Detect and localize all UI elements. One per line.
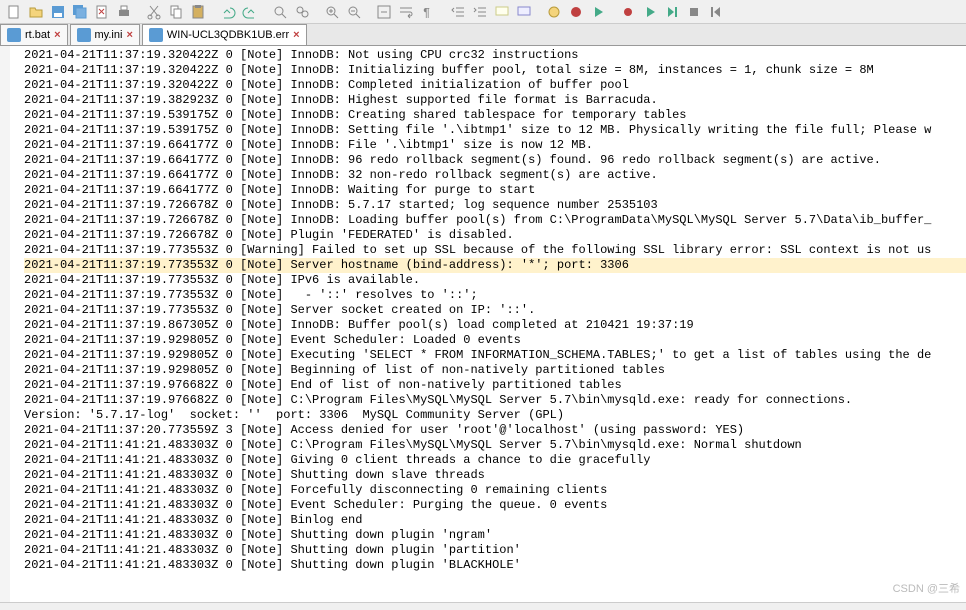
log-line: 2021-04-21T11:37:19.664177Z 0 [Note] Inn… bbox=[24, 153, 966, 168]
step-icon[interactable] bbox=[662, 2, 682, 22]
copy-icon[interactable] bbox=[166, 2, 186, 22]
log-line: 2021-04-21T11:37:19.773553Z 0 [Note] Ser… bbox=[24, 258, 966, 273]
editor-content[interactable]: 2021-04-21T11:37:19.320422Z 0 [Note] Inn… bbox=[0, 46, 966, 602]
log-line: 2021-04-21T11:37:19.929805Z 0 [Note] Beg… bbox=[24, 363, 966, 378]
indent-icon[interactable] bbox=[470, 2, 490, 22]
stop-icon[interactable] bbox=[684, 2, 704, 22]
start-rec-icon[interactable] bbox=[618, 2, 638, 22]
log-line: 2021-04-21T11:37:19.726678Z 0 [Note] Inn… bbox=[24, 213, 966, 228]
record-macro-icon[interactable] bbox=[566, 2, 586, 22]
log-line: 2021-04-21T11:41:21.483303Z 0 [Note] Bin… bbox=[24, 513, 966, 528]
close-icon[interactable] bbox=[92, 2, 112, 22]
toolbar: ¶ bbox=[0, 0, 966, 24]
close-icon[interactable]: × bbox=[126, 29, 132, 41]
log-line: 2021-04-21T11:41:21.483303Z 0 [Note] Giv… bbox=[24, 453, 966, 468]
open-file-icon[interactable] bbox=[26, 2, 46, 22]
file-icon bbox=[77, 28, 91, 42]
log-line: 2021-04-21T11:41:21.483303Z 0 [Note] Shu… bbox=[24, 468, 966, 483]
undo-icon[interactable] bbox=[218, 2, 238, 22]
log-line: 2021-04-21T11:37:19.929805Z 0 [Note] Exe… bbox=[24, 348, 966, 363]
file-icon bbox=[7, 28, 21, 42]
log-line: 2021-04-21T11:37:19.726678Z 0 [Note] Plu… bbox=[24, 228, 966, 243]
log-line: 2021-04-21T11:41:21.483303Z 0 [Note] Eve… bbox=[24, 498, 966, 513]
log-line: 2021-04-21T11:37:19.867305Z 0 [Note] Inn… bbox=[24, 318, 966, 333]
log-line: 2021-04-21T11:37:19.976682Z 0 [Note] C:\… bbox=[24, 393, 966, 408]
rewind-icon[interactable] bbox=[706, 2, 726, 22]
log-line: 2021-04-21T11:37:19.664177Z 0 [Note] Inn… bbox=[24, 183, 966, 198]
tab-rt-bat[interactable]: rt.bat × bbox=[0, 24, 68, 45]
save-all-icon[interactable] bbox=[70, 2, 90, 22]
play-icon[interactable] bbox=[640, 2, 660, 22]
log-line: 2021-04-21T11:37:20.773559Z 3 [Note] Acc… bbox=[24, 423, 966, 438]
status-bar bbox=[0, 602, 966, 610]
log-line: 2021-04-21T11:37:19.382923Z 0 [Note] Inn… bbox=[24, 93, 966, 108]
tab-bar: rt.bat×my.ini×WIN-UCL3QDBK1UB.err× bbox=[0, 24, 966, 46]
tab-label: my.ini bbox=[95, 29, 123, 41]
show-symbols-icon[interactable]: ¶ bbox=[418, 2, 438, 22]
macro-icon[interactable] bbox=[544, 2, 564, 22]
run-macro-icon[interactable] bbox=[588, 2, 608, 22]
close-icon[interactable]: × bbox=[54, 29, 60, 41]
zoom-in-icon[interactable] bbox=[322, 2, 342, 22]
file-icon bbox=[149, 28, 163, 42]
log-line: 2021-04-21T11:37:19.976682Z 0 [Note] End… bbox=[24, 378, 966, 393]
tab-label: rt.bat bbox=[25, 29, 50, 41]
print-icon[interactable] bbox=[114, 2, 134, 22]
log-line: 2021-04-21T11:41:21.483303Z 0 [Note] Shu… bbox=[24, 528, 966, 543]
log-line: 2021-04-21T11:37:19.320422Z 0 [Note] Inn… bbox=[24, 63, 966, 78]
redo-icon[interactable] bbox=[240, 2, 260, 22]
log-line: 2021-04-21T11:37:19.664177Z 0 [Note] Inn… bbox=[24, 138, 966, 153]
log-line: 2021-04-21T11:37:19.539175Z 0 [Note] Inn… bbox=[24, 108, 966, 123]
log-line: 2021-04-21T11:37:19.320422Z 0 [Note] Inn… bbox=[24, 78, 966, 93]
zoom-out-icon[interactable] bbox=[344, 2, 364, 22]
close-icon[interactable]: × bbox=[293, 29, 299, 41]
log-line: 2021-04-21T11:41:21.483303Z 0 [Note] C:\… bbox=[24, 438, 966, 453]
log-line: 2021-04-21T11:37:19.929805Z 0 [Note] Eve… bbox=[24, 333, 966, 348]
log-line: 2021-04-21T11:37:19.320422Z 0 [Note] Inn… bbox=[24, 48, 966, 63]
find-icon[interactable] bbox=[270, 2, 290, 22]
tab-my-ini[interactable]: my.ini× bbox=[70, 24, 140, 45]
log-line: 2021-04-21T11:37:19.773553Z 0 [Note] IPv… bbox=[24, 273, 966, 288]
log-line: 2021-04-21T11:37:19.539175Z 0 [Note] Inn… bbox=[24, 123, 966, 138]
log-line: 2021-04-21T11:37:19.664177Z 0 [Note] Inn… bbox=[24, 168, 966, 183]
log-line: 2021-04-21T11:37:19.726678Z 0 [Note] Inn… bbox=[24, 198, 966, 213]
log-line: 2021-04-21T11:37:19.773553Z 0 [Warning] … bbox=[24, 243, 966, 258]
log-line: 2021-04-21T11:37:19.773553Z 0 [Note] Ser… bbox=[24, 303, 966, 318]
outdent-icon[interactable] bbox=[448, 2, 468, 22]
svg-text:¶: ¶ bbox=[423, 6, 430, 20]
new-file-icon[interactable] bbox=[4, 2, 24, 22]
log-line: 2021-04-21T11:41:21.483303Z 0 [Note] Shu… bbox=[24, 558, 966, 573]
log-line: Version: '5.7.17-log' socket: '' port: 3… bbox=[24, 408, 966, 423]
uncomment-icon[interactable] bbox=[514, 2, 534, 22]
paste-icon[interactable] bbox=[188, 2, 208, 22]
log-line: 2021-04-21T11:37:19.773553Z 0 [Note] - '… bbox=[24, 288, 966, 303]
tab-label: WIN-UCL3QDBK1UB.err bbox=[167, 29, 289, 41]
find-all-icon[interactable] bbox=[292, 2, 312, 22]
log-line: 2021-04-21T11:41:21.483303Z 0 [Note] Shu… bbox=[24, 543, 966, 558]
comment-icon[interactable] bbox=[492, 2, 512, 22]
toggle-fold-icon[interactable] bbox=[374, 2, 394, 22]
tab-WIN-UCL3QDBK1UB-err[interactable]: WIN-UCL3QDBK1UB.err × bbox=[142, 24, 307, 45]
cut-icon[interactable] bbox=[144, 2, 164, 22]
log-line: 2021-04-21T11:41:21.483303Z 0 [Note] For… bbox=[24, 483, 966, 498]
save-icon[interactable] bbox=[48, 2, 68, 22]
watermark: CSDN @三希 bbox=[893, 580, 960, 596]
toggle-wrap-icon[interactable] bbox=[396, 2, 416, 22]
